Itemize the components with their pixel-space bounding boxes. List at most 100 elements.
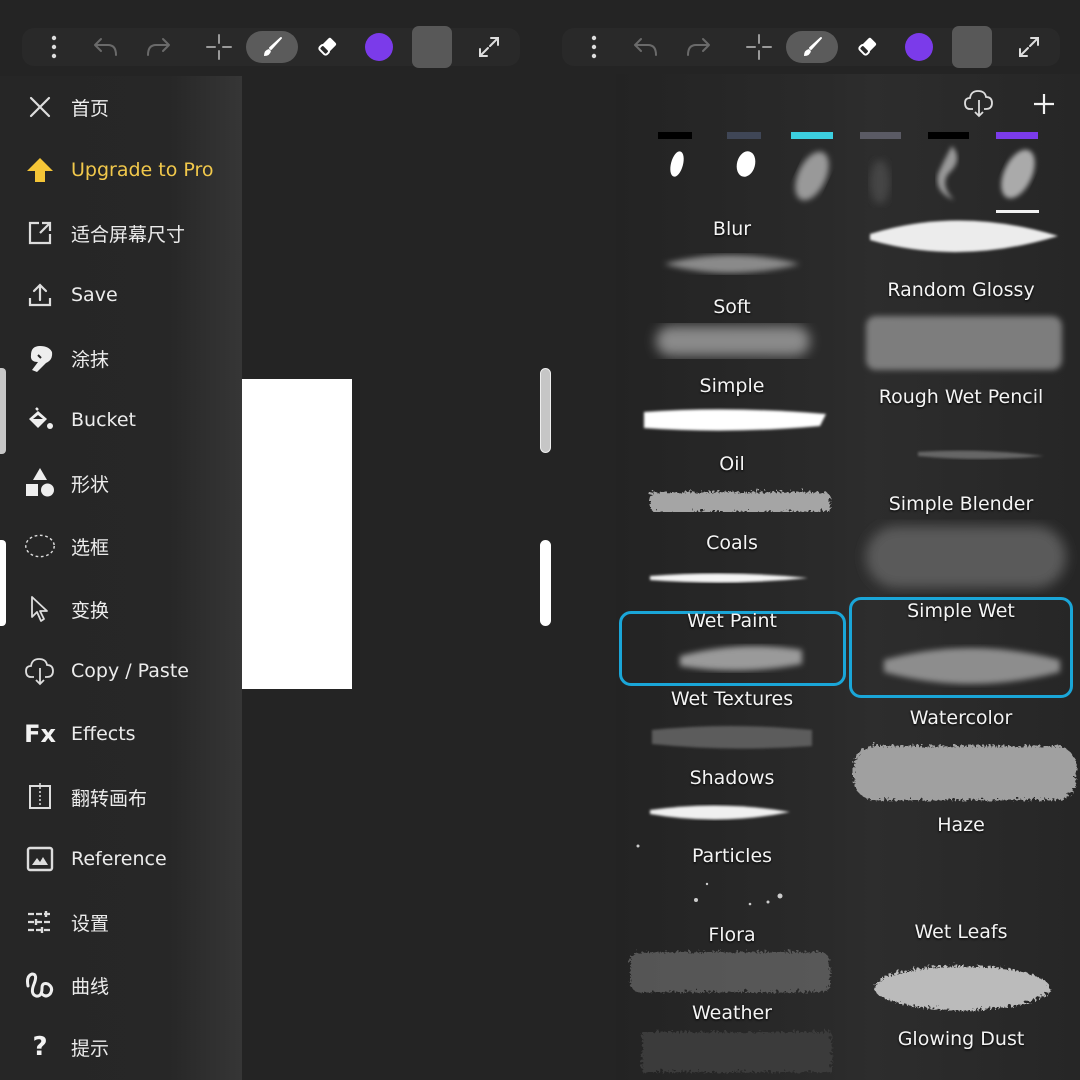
brush-item-wet-paint[interactable]: Wet Paint bbox=[620, 610, 844, 670]
brush-label: Flora bbox=[708, 924, 756, 946]
brush-size-slider-left[interactable] bbox=[0, 368, 6, 454]
brush-item-simple-wet[interactable]: Simple Wet bbox=[849, 600, 1073, 660]
menu-item-label: 适合屏幕尺寸 bbox=[71, 223, 186, 246]
brush-tool-button[interactable] bbox=[246, 31, 298, 63]
brush-item-blur[interactable]: Blur bbox=[620, 218, 844, 278]
brush-item-watercolor[interactable]: Watercolor bbox=[849, 707, 1073, 767]
brush-category-tab[interactable] bbox=[860, 132, 901, 139]
brush-item-flora[interactable]: Flora bbox=[620, 924, 844, 984]
menu-item-label: Upgrade to Pro bbox=[71, 159, 214, 181]
brush-item-shadows[interactable]: Shadows bbox=[620, 767, 844, 827]
menu-item-home[interactable]: 首页 bbox=[0, 82, 242, 132]
brush-item-wet-leafs[interactable]: Wet Leafs bbox=[849, 921, 1073, 981]
menu-item-tips[interactable]: ? 提示 bbox=[0, 1022, 242, 1072]
menu-item-label: Save bbox=[71, 284, 118, 306]
brush-item-simple-blender[interactable]: Simple Blender bbox=[849, 493, 1073, 553]
brush-item-soft[interactable]: Soft bbox=[620, 296, 844, 356]
top-toolbar-left bbox=[22, 26, 520, 68]
brush-item-random-glossy[interactable]: Random Glossy bbox=[849, 279, 1073, 339]
expand-icon bbox=[479, 37, 499, 57]
fullscreen-button[interactable] bbox=[1014, 28, 1044, 66]
paint-bucket-icon bbox=[24, 404, 56, 436]
import-brush-button[interactable] bbox=[962, 86, 996, 120]
color-picker-button[interactable] bbox=[904, 28, 934, 66]
menu-item-effects[interactable]: Fx Effects bbox=[0, 709, 242, 759]
menu-item-bucket[interactable]: Bucket bbox=[0, 395, 242, 445]
layers-button[interactable] bbox=[952, 26, 992, 68]
brush-item-coals[interactable]: Coals bbox=[620, 532, 844, 592]
redo-button[interactable] bbox=[682, 28, 714, 66]
sliders-icon bbox=[24, 906, 56, 938]
brush-item-haze[interactable]: Haze bbox=[849, 814, 1073, 874]
curve-icon bbox=[24, 969, 56, 1001]
category-preview-1 bbox=[670, 151, 684, 177]
brush-item-weather[interactable]: Weather bbox=[620, 1002, 844, 1062]
brush-label: Random Glossy bbox=[887, 279, 1035, 301]
move-tool-button[interactable] bbox=[744, 28, 774, 66]
brush-label: Weather bbox=[692, 1002, 772, 1024]
brush-category-tab-selected[interactable] bbox=[996, 132, 1038, 139]
menu-item-label: 变换 bbox=[71, 599, 110, 622]
menu-item-copy-paste[interactable]: Copy / Paste bbox=[0, 646, 242, 696]
undo-button[interactable] bbox=[630, 28, 662, 66]
menu-item-transform[interactable]: 变换 bbox=[0, 584, 242, 634]
menu-item-selection[interactable]: 选框 bbox=[0, 521, 242, 571]
selected-category-underline bbox=[996, 210, 1039, 213]
brush-item-oil[interactable]: Oil bbox=[620, 453, 844, 513]
brush-item-particles[interactable]: Particles bbox=[620, 845, 844, 905]
menu-item-shapes[interactable]: 形状 bbox=[0, 458, 242, 508]
brush-label: Oil bbox=[719, 453, 745, 475]
brush-item-wet-textures[interactable]: Wet Textures bbox=[620, 688, 844, 748]
eraser-tool-button[interactable] bbox=[312, 28, 342, 66]
drawing-canvas[interactable] bbox=[242, 379, 352, 689]
upload-icon bbox=[24, 279, 56, 311]
menu-item-settings[interactable]: 设置 bbox=[0, 897, 242, 947]
vertical-ellipsis-icon bbox=[591, 35, 597, 59]
brush-category-tab[interactable] bbox=[791, 132, 833, 139]
redo-button[interactable] bbox=[142, 28, 174, 66]
brush-label: Shadows bbox=[689, 767, 775, 789]
menu-item-save[interactable]: Save bbox=[0, 270, 242, 320]
undo-button[interactable] bbox=[90, 28, 122, 66]
top-toolbar-right bbox=[562, 26, 1060, 68]
menu-item-label: Copy / Paste bbox=[71, 660, 189, 682]
brush-item-rough-wet-pencil[interactable]: Rough Wet Pencil bbox=[849, 386, 1073, 446]
fullscreen-button[interactable] bbox=[474, 28, 504, 66]
menu-item-label: 曲线 bbox=[71, 975, 110, 998]
eraser-icon bbox=[858, 37, 877, 56]
color-picker-button[interactable] bbox=[364, 28, 394, 66]
brush-category-tab[interactable] bbox=[658, 132, 692, 139]
brush-label: Glowing Dust bbox=[897, 1028, 1025, 1050]
brush-size-slider[interactable] bbox=[540, 368, 551, 453]
shapes-icon bbox=[24, 467, 56, 499]
menu-item-label: Bucket bbox=[71, 409, 136, 431]
brush-item-glowing-dust[interactable]: Glowing Dust bbox=[849, 1028, 1073, 1078]
category-preview-5 bbox=[937, 146, 958, 200]
crosshair-icon bbox=[746, 34, 772, 60]
menu-item-flip-canvas[interactable]: 翻转画布 bbox=[0, 772, 242, 822]
expand-icon bbox=[1019, 37, 1039, 57]
brush-label: Simple Blender bbox=[888, 493, 1034, 515]
menu-item-fit-screen[interactable]: 适合屏幕尺寸 bbox=[0, 208, 242, 258]
fit-screen-icon bbox=[24, 217, 56, 249]
brush-opacity-slider-left[interactable] bbox=[0, 540, 6, 626]
menu-item-smudge[interactable]: 涂抹 bbox=[0, 333, 242, 383]
layers-button[interactable] bbox=[412, 26, 452, 68]
add-brush-button[interactable] bbox=[1030, 90, 1058, 118]
close-icon bbox=[24, 91, 56, 123]
redo-icon bbox=[687, 38, 710, 56]
more-menu-button[interactable] bbox=[584, 28, 604, 66]
menu-item-upgrade[interactable]: Upgrade to Pro bbox=[0, 145, 242, 195]
brush-category-tab[interactable] bbox=[727, 132, 761, 139]
brush-opacity-slider[interactable] bbox=[540, 540, 551, 626]
brush-label: Simple Wet bbox=[907, 600, 1015, 622]
eraser-tool-button[interactable] bbox=[852, 28, 882, 66]
move-tool-button[interactable] bbox=[204, 28, 234, 66]
more-menu-button[interactable] bbox=[44, 28, 64, 66]
brush-tool-button[interactable] bbox=[786, 31, 838, 63]
menu-item-reference[interactable]: Reference bbox=[0, 834, 242, 884]
menu-item-curve[interactable]: 曲线 bbox=[0, 960, 242, 1010]
brush-category-tab[interactable] bbox=[928, 132, 969, 139]
brush-item-simple[interactable]: Simple bbox=[620, 375, 844, 435]
arrow-up-icon bbox=[24, 154, 56, 186]
